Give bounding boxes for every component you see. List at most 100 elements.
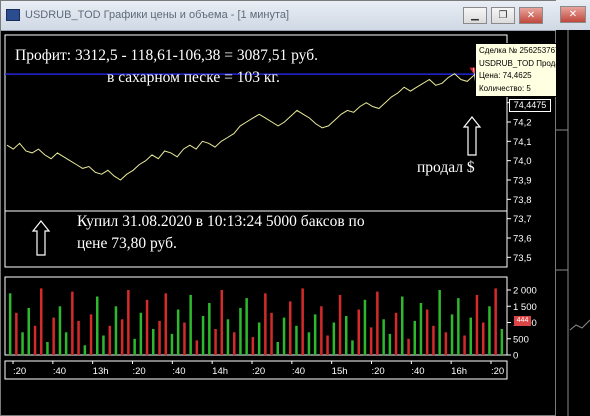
price-tick-label: 74,1 [513, 137, 532, 148]
price-tick-label: 74,0 [513, 156, 532, 167]
chart-window: USDRUB_TOD Графики цены и объема - [1 ми… [0, 0, 557, 416]
volume-tick-label: 500 [513, 334, 529, 345]
volume-bar [432, 325, 435, 356]
volume-bar [475, 294, 479, 355]
volume-bar [463, 335, 466, 355]
volume-bar [114, 306, 118, 356]
volume-bar [251, 337, 255, 355]
trade-tooltip: Сделка № 256253767 USDRUB_TOD Продажа Це… [475, 43, 557, 97]
volume-bar [58, 306, 62, 356]
volume-bar [120, 319, 124, 356]
volume-bar [239, 307, 242, 355]
volume-bar [270, 312, 273, 356]
tooltip-price: Цена: 74,4625 [479, 71, 532, 80]
close-button[interactable]: ✕ [519, 7, 543, 24]
volume-bar [245, 298, 248, 355]
volume-bar [195, 340, 199, 355]
volume-bar [482, 322, 485, 355]
volume-bar [170, 333, 174, 355]
bought-text: Купил 31.08.2020 в 10:13:24 5000 баксов … [77, 213, 365, 230]
time-tick-label: :40 [411, 366, 424, 377]
volume-bar [282, 317, 286, 355]
volume-bar [295, 325, 298, 356]
price-tick-label: 73,6 [513, 234, 532, 245]
volume-bar [152, 329, 155, 355]
price-tick-label: 74,2 [513, 118, 532, 129]
volume-bar [133, 338, 136, 356]
current-volume-label: 444 [514, 316, 531, 326]
volume-bar [15, 312, 18, 356]
volume-bar [332, 322, 336, 355]
volume-bar [413, 320, 416, 355]
profit-text: Профит: 3312,5 - 118,61-106,38 = 3087,51… [15, 47, 318, 64]
window-title: USDRUB_TOD Графики цены и объема - [1 ми… [25, 9, 290, 21]
volume-bar [450, 314, 454, 355]
volume-bar [301, 288, 304, 355]
volume-bar [8, 293, 12, 356]
time-tick-label: :40 [292, 366, 305, 377]
sugar-text: в сахарном песке = 103 кг. [107, 69, 280, 86]
side-close-button[interactable]: ✕ [560, 6, 586, 23]
sold-text: продал $ [417, 159, 475, 176]
volume-bar [394, 312, 398, 356]
app-icon [6, 9, 20, 21]
tooltip-instrument: USDRUB_TOD Продажа [479, 58, 556, 68]
volume-bar [158, 320, 161, 355]
volume-bar [71, 291, 74, 355]
volume-bar [127, 290, 130, 355]
title-bar[interactable]: USDRUB_TOD Графики цены и объема - [1 ми… [1, 1, 557, 31]
side-chart [556, 30, 590, 416]
time-tick-label: :20 [491, 366, 504, 377]
volume-bar [469, 317, 472, 355]
volume-bar [264, 293, 267, 356]
volume-bar [313, 314, 317, 355]
minimize-button[interactable]: ▁ [463, 7, 487, 24]
volume-bar [444, 332, 448, 356]
volume-bar [457, 298, 460, 355]
volume-bar [214, 329, 217, 355]
volume-bar [307, 332, 311, 356]
volume-bar [52, 317, 55, 355]
volume-bar [83, 345, 87, 356]
time-tick-label: :20 [133, 366, 146, 377]
restore-button[interactable]: ❐ [491, 7, 515, 24]
volume-bar [139, 312, 143, 356]
volume-bar [438, 290, 441, 355]
time-tick-label: :20 [252, 366, 265, 377]
volume-bar [276, 342, 279, 355]
volume-bar [27, 307, 30, 355]
volume-bar [189, 294, 192, 355]
volume-bar [21, 332, 24, 356]
buy-arrow-icon [31, 220, 51, 256]
volume-tick-label: 2 000 [513, 286, 537, 297]
volume-bar [226, 319, 230, 356]
time-tick-label: 13h [93, 366, 109, 377]
volume-bar [96, 296, 99, 355]
volume-bar [289, 301, 292, 355]
volume-bar [108, 325, 111, 356]
volume-bar [40, 288, 43, 355]
side-window-strip: ✕ [556, 0, 590, 416]
volume-bar [145, 299, 149, 356]
volume-bar [46, 342, 49, 355]
volume-bar [326, 335, 329, 355]
time-tick-label: 16h [451, 366, 467, 377]
volume-bar [376, 291, 379, 355]
volume-bar [500, 329, 504, 355]
price-tick-label: 73,7 [513, 214, 532, 225]
sell-arrow-icon [462, 116, 482, 156]
volume-bar [382, 319, 385, 356]
volume-bar [164, 293, 167, 356]
volume-bar [208, 303, 211, 355]
current-price-label: 74,4475 [509, 99, 551, 112]
volume-panel-frame [4, 276, 508, 356]
volume-bar [345, 316, 348, 355]
volume-bar [419, 303, 423, 355]
side-window-titlebar: ✕ [556, 0, 590, 30]
time-tick-label: :20 [13, 366, 26, 377]
volume-bar [401, 296, 404, 355]
time-tick-label: 15h [332, 366, 348, 377]
volume-bar [233, 332, 236, 356]
price-tick-label: 73,9 [513, 176, 532, 187]
volume-bar [407, 338, 410, 356]
